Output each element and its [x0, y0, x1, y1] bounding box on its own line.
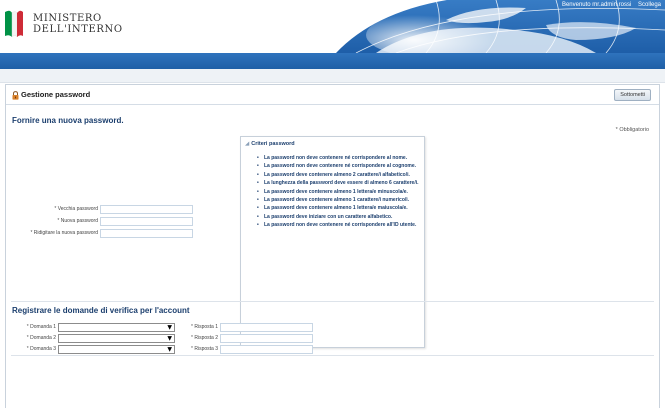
panel-header: Gestione password Sottometti [6, 85, 659, 105]
section-divider [11, 301, 654, 302]
section-divider-bottom [11, 355, 654, 356]
ministry-name-line2: DELL'INTERNO [33, 24, 123, 35]
criteria-title: Criteri password [251, 141, 295, 147]
criteria-item: La password deve contenere almeno 1 lett… [257, 204, 421, 213]
old-password-label: * Vecchia password [54, 206, 98, 212]
welcome-text: Benvenuto mr.admin.rossi [561, 2, 632, 8]
ministry-name-line1: MINISTERO [33, 13, 102, 24]
question-3-row: * Domanda 3 [6, 345, 56, 355]
old-password-input[interactable] [100, 205, 193, 214]
confirm-password-input[interactable] [100, 229, 193, 238]
answer-1-label-text: Risposta 1 [194, 324, 218, 330]
question-2-label-text: Domanda 2 [30, 335, 56, 341]
new-password-input[interactable] [100, 217, 193, 226]
password-management-panel: Gestione password Sottometti Fornire una… [5, 84, 660, 408]
italian-flag-logo [4, 9, 24, 39]
new-password-label-text: Nuova password [60, 218, 98, 224]
submit-button[interactable]: Sottometti [614, 89, 651, 101]
criteria-item: La lunghezza della password deve essere … [257, 179, 421, 188]
question-3-label: * Domanda 3 [26, 346, 56, 352]
answer-3-label-text: Risposta 3 [194, 346, 218, 352]
sub-navigation-bar [0, 69, 665, 83]
globe-banner-image: Benvenuto mr.admin.rossi Scollega [336, 0, 665, 53]
question-1-label: * Domanda 1 [26, 324, 56, 330]
security-questions-heading: Registrare le domande di verifica per l'… [12, 306, 190, 315]
panel-title: Gestione password [21, 90, 91, 99]
chevron-down-icon: ▼ [167, 335, 172, 342]
criteria-item: La password deve contenere almeno 1 cara… [257, 196, 421, 205]
confirm-password-row: * Ridigitare la nuova password [6, 229, 98, 239]
ministry-name: MINISTERO DELL'INTERNO [33, 13, 123, 35]
criteria-item: La password non deve contenere né corris… [257, 162, 421, 171]
new-password-label: * Nuova password [57, 218, 98, 224]
confirm-password-label: * Ridigitare la nuova password [30, 230, 98, 236]
lock-icon [12, 91, 19, 100]
new-password-heading: Fornire una nuova password. [12, 116, 124, 125]
question-2-row: * Domanda 2 [6, 334, 56, 344]
answer-1-row: * Risposta 1 [176, 323, 218, 333]
required-note: * Obbligatorio [615, 127, 649, 133]
resize-icon: ◢ [245, 141, 250, 147]
criteria-list: La password non deve contenere né corris… [257, 154, 421, 230]
navigation-bar [0, 53, 665, 69]
app-header: MINISTERO DELL'INTERNO Benvenuto mr.admi… [0, 0, 665, 53]
answer-3-label: * Risposta 3 [191, 346, 218, 352]
ministry-logo: MINISTERO DELL'INTERNO [4, 9, 123, 39]
user-links: Benvenuto mr.admin.rossi Scollega [557, 2, 661, 8]
criteria-item: La password deve contenere almeno 2 cara… [257, 171, 421, 180]
chevron-down-icon: ▼ [167, 324, 172, 331]
criteria-item: La password deve contenere almeno 1 lett… [257, 188, 421, 197]
question-3-label-text: Domanda 3 [30, 346, 56, 352]
question-3-select[interactable]: ▼ [58, 345, 175, 354]
criteria-item: La password non deve contenere né corris… [257, 154, 421, 163]
confirm-password-label-text: Ridigitare la nuova password [33, 230, 98, 236]
answer-3-input[interactable] [220, 345, 313, 354]
question-1-select[interactable]: ▼ [58, 323, 175, 332]
question-2-label: * Domanda 2 [26, 335, 56, 341]
criteria-item: La password non deve contenere né corris… [257, 221, 421, 230]
answer-2-row: * Risposta 2 [176, 334, 218, 344]
answer-2-input[interactable] [220, 334, 313, 343]
criteria-header: ◢ Criteri password [245, 141, 295, 147]
chevron-down-icon: ▼ [167, 346, 172, 353]
new-password-row: * Nuova password [6, 217, 98, 227]
old-password-row: * Vecchia password [6, 205, 98, 215]
criteria-item: La password deve iniziare con un caratte… [257, 213, 421, 222]
question-1-row: * Domanda 1 [6, 323, 56, 333]
old-password-label-text: Vecchia password [57, 206, 98, 212]
answer-2-label-text: Risposta 2 [194, 335, 218, 341]
answer-2-label: * Risposta 2 [191, 335, 218, 341]
answer-1-input[interactable] [220, 323, 313, 332]
question-2-select[interactable]: ▼ [58, 334, 175, 343]
password-criteria-box: ◢Criteri password La password non deve c… [240, 136, 425, 348]
answer-3-row: * Risposta 3 [176, 345, 218, 355]
answer-1-label: * Risposta 1 [191, 324, 218, 330]
logout-link[interactable]: Scollega [638, 2, 661, 8]
question-1-label-text: Domanda 1 [30, 324, 56, 330]
